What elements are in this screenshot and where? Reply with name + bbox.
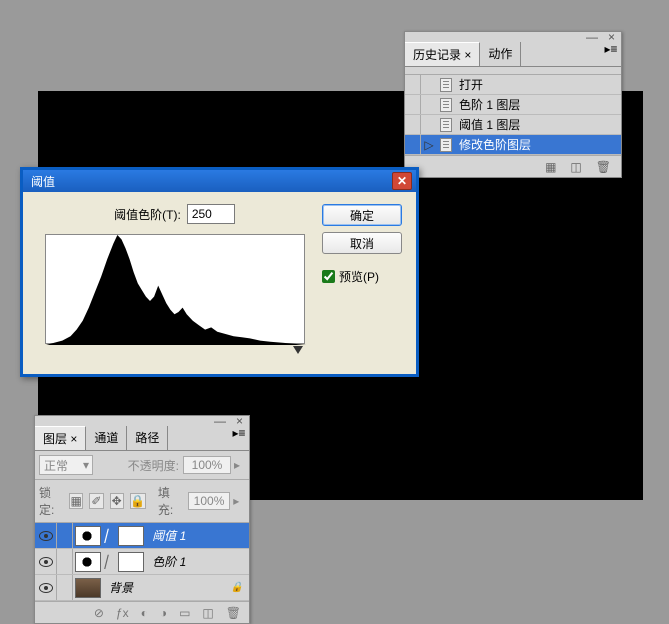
- layer-mask-icon[interactable]: ◐: [141, 606, 148, 620]
- layer-name: 阈值 1: [152, 527, 186, 544]
- trash-icon[interactable]: 🗑: [596, 160, 611, 174]
- new-layer-icon[interactable]: ◫: [202, 606, 213, 620]
- eye-icon: [39, 531, 53, 541]
- opacity-label: 不透明度:: [128, 457, 179, 474]
- panel-menu-icon[interactable]: ▸≡: [601, 42, 621, 66]
- cancel-button[interactable]: 取消: [322, 232, 402, 254]
- history-list: 打开 色阶 1 图层 阈值 1 图层 ▷ 修改色阶图层: [405, 75, 621, 155]
- adjustment-thumb-icon: [75, 526, 101, 546]
- layer-row[interactable]: ▏ 阈值 1: [35, 523, 249, 549]
- history-snapshot-row[interactable]: [405, 67, 621, 75]
- layer-style-icon[interactable]: ƒx: [116, 606, 129, 620]
- panel-menu-icon[interactable]: ▸≡: [229, 426, 249, 450]
- threshold-input[interactable]: [187, 204, 235, 224]
- layer-row[interactable]: 背景 🔒: [35, 575, 249, 601]
- histogram: [45, 234, 305, 344]
- fill-field[interactable]: 100%: [188, 492, 230, 510]
- lock-all-icon[interactable]: 🔒: [130, 493, 146, 509]
- link-layers-icon[interactable]: ⊘: [94, 606, 104, 620]
- layer-list: ▏ 阈值 1 ▏ 色阶 1 背景 🔒: [35, 523, 249, 601]
- layer-name: 背景: [109, 579, 133, 596]
- tab-paths[interactable]: 路径: [127, 426, 168, 450]
- document-icon: [440, 98, 452, 112]
- history-item[interactable]: 色阶 1 图层: [405, 95, 621, 115]
- layers-panel: ― × 图层 × 通道 路径 ▸≡ 正常 不透明度: 100% 锁定: ▦ ✐ …: [34, 415, 250, 624]
- lock-transparency-icon[interactable]: ▦: [69, 493, 83, 509]
- tab-actions[interactable]: 动作: [480, 42, 521, 66]
- slider-handle-icon[interactable]: [293, 346, 303, 354]
- lock-move-icon[interactable]: ✥: [110, 493, 124, 509]
- new-snapshot-icon[interactable]: ◫: [570, 160, 581, 174]
- history-item[interactable]: ▷ 修改色阶图层: [405, 135, 621, 155]
- group-icon[interactable]: ▭: [179, 606, 190, 620]
- mask-thumb[interactable]: [118, 526, 144, 546]
- preview-checkbox-input[interactable]: [322, 270, 335, 283]
- tab-layers[interactable]: 图层 ×: [35, 426, 86, 450]
- dialog-titlebar[interactable]: 阈值 ✕: [23, 170, 416, 192]
- ok-button[interactable]: 确定: [322, 204, 402, 226]
- close-button[interactable]: ✕: [392, 172, 412, 190]
- history-pointer-icon: ▷: [421, 138, 437, 152]
- adjustment-layer-icon[interactable]: ◑: [160, 606, 167, 620]
- tab-history[interactable]: 历史记录 ×: [405, 42, 480, 66]
- fill-label: 填充:: [158, 484, 182, 518]
- visibility-toggle[interactable]: [35, 575, 57, 600]
- layer-name: 色阶 1: [152, 553, 186, 570]
- document-icon: [440, 118, 452, 132]
- opacity-field[interactable]: 100%: [183, 456, 231, 474]
- lock-paint-icon[interactable]: ✐: [89, 493, 103, 509]
- history-item[interactable]: 阈值 1 图层: [405, 115, 621, 135]
- history-item[interactable]: 打开: [405, 75, 621, 95]
- mask-thumb[interactable]: [118, 552, 144, 572]
- document-icon: [440, 78, 452, 92]
- threshold-dialog: 阈值 ✕ 阈值色阶(T): 确定 取消: [20, 167, 419, 377]
- threshold-slider[interactable]: [45, 346, 305, 356]
- layer-row[interactable]: ▏ 色阶 1: [35, 549, 249, 575]
- eye-icon: [39, 583, 53, 593]
- lock-label: 锁定:: [39, 484, 63, 518]
- blend-mode-select[interactable]: 正常: [39, 455, 93, 475]
- eye-icon: [39, 557, 53, 567]
- visibility-toggle[interactable]: [35, 549, 57, 574]
- threshold-label: 阈值色阶(T):: [114, 206, 181, 223]
- lock-icon: 🔒: [231, 582, 243, 593]
- preview-checkbox[interactable]: 预览(P): [322, 268, 402, 285]
- tab-channels[interactable]: 通道: [86, 426, 127, 450]
- create-document-icon[interactable]: ▦: [545, 160, 556, 174]
- dialog-title: 阈值: [27, 173, 392, 190]
- visibility-toggle[interactable]: [35, 523, 57, 548]
- adjustment-thumb-icon: [75, 552, 101, 572]
- history-panel: ― × 历史记录 × 动作 ▸≡ 打开 色阶 1 图层 阈值 1 图层 ▷ 修改…: [404, 31, 622, 178]
- document-icon: [440, 138, 452, 152]
- trash-icon[interactable]: 🗑: [226, 606, 241, 620]
